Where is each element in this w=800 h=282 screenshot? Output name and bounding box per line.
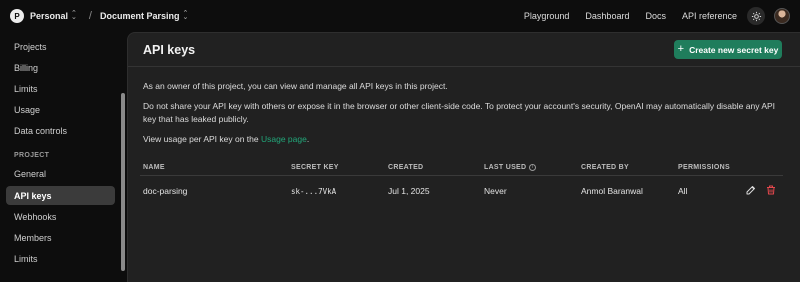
sidebar-item-limits[interactable]: Limits	[6, 79, 115, 98]
column-header-last-used-label: LAST USED	[484, 164, 527, 171]
usage-info-text: View usage per API key on the Usage page…	[143, 133, 788, 146]
nav-link-dashboard[interactable]: Dashboard	[585, 11, 629, 21]
page-title: API keys	[143, 43, 196, 57]
project-name: Document Parsing	[99, 11, 180, 21]
org-avatar[interactable]: P	[10, 9, 24, 23]
key-name-cell: doc-parsing	[143, 186, 188, 196]
create-secret-key-button[interactable]: + Create new secret key	[674, 40, 782, 59]
header-divider	[128, 66, 800, 67]
sidebar-section-project: PROJECT	[14, 152, 50, 159]
usage-info-prefix: View usage per API key on the	[143, 134, 261, 144]
top-nav: Playground Dashboard Docs API reference	[524, 7, 790, 25]
org-name: Personal	[30, 11, 69, 21]
owner-info-text: As an owner of this project, you can vie…	[143, 81, 448, 91]
chevron-up-down-icon: ⌃ ⌄	[182, 10, 189, 21]
plus-icon: +	[677, 43, 685, 55]
breadcrumb-separator: /	[88, 10, 92, 22]
nav-link-docs[interactable]: Docs	[645, 11, 666, 21]
table-header-divider	[140, 175, 783, 176]
sidebar-scrollbar[interactable]	[121, 93, 125, 271]
sidebar-item-members[interactable]: Members	[6, 228, 115, 247]
sidebar-item-project-limits[interactable]: Limits	[6, 249, 115, 268]
pencil-icon[interactable]	[745, 184, 757, 196]
nav-link-playground[interactable]: Playground	[524, 11, 570, 21]
create-secret-key-label: Create new secret key	[689, 44, 779, 55]
created-by-cell: Anmol Baranwal	[581, 186, 643, 196]
project-switcher[interactable]: Document Parsing ⌃ ⌄	[99, 10, 189, 21]
sidebar-item-billing[interactable]: Billing	[6, 58, 115, 77]
chevron-up-down-icon: ⌃ ⌄	[71, 10, 77, 21]
column-header-permissions: PERMISSIONS	[678, 164, 730, 171]
column-header-secret-key: SECRET KEY	[291, 164, 339, 171]
column-header-name: NAME	[143, 164, 165, 171]
column-header-created-by: CREATED BY	[581, 164, 629, 171]
info-icon[interactable]: i	[529, 164, 537, 171]
created-cell: Jul 1, 2025	[388, 186, 430, 196]
column-header-last-used: LAST USED i	[484, 164, 537, 171]
usage-info-suffix: .	[306, 134, 310, 144]
security-warning-text: Do not share your API key with others or…	[143, 101, 776, 124]
org-switcher[interactable]: Personal ⌃ ⌄	[30, 10, 77, 21]
trash-icon[interactable]	[765, 184, 777, 196]
sidebar-item-webhooks[interactable]: Webhooks	[6, 207, 115, 226]
sidebar-item-usage[interactable]: Usage	[6, 100, 115, 119]
nav-link-api-reference[interactable]: API reference	[682, 11, 737, 21]
secret-key-cell: sk-...7VkA	[291, 187, 337, 196]
sidebar-item-projects[interactable]: Projects	[6, 37, 115, 56]
gear-icon	[751, 11, 761, 21]
main-panel: API keys + Create new secret key As an o…	[127, 32, 800, 282]
usage-page-link[interactable]: Usage page	[261, 134, 307, 144]
sidebar-item-api-keys[interactable]: API keys	[6, 186, 115, 205]
top-bar: P Personal ⌃ ⌄ / Document Parsing ⌃ ⌄ Play…	[0, 0, 800, 32]
user-avatar[interactable]	[774, 8, 790, 24]
last-used-cell: Never	[484, 186, 507, 196]
sidebar-item-general[interactable]: General	[6, 164, 115, 183]
permissions-cell: All	[678, 186, 688, 196]
column-header-created: CREATED	[388, 164, 424, 171]
settings-button[interactable]	[747, 7, 765, 25]
sidebar-item-data-controls[interactable]: Data controls	[6, 121, 115, 140]
sidebar: Projects Billing Limits Usage Data contr…	[0, 32, 124, 282]
